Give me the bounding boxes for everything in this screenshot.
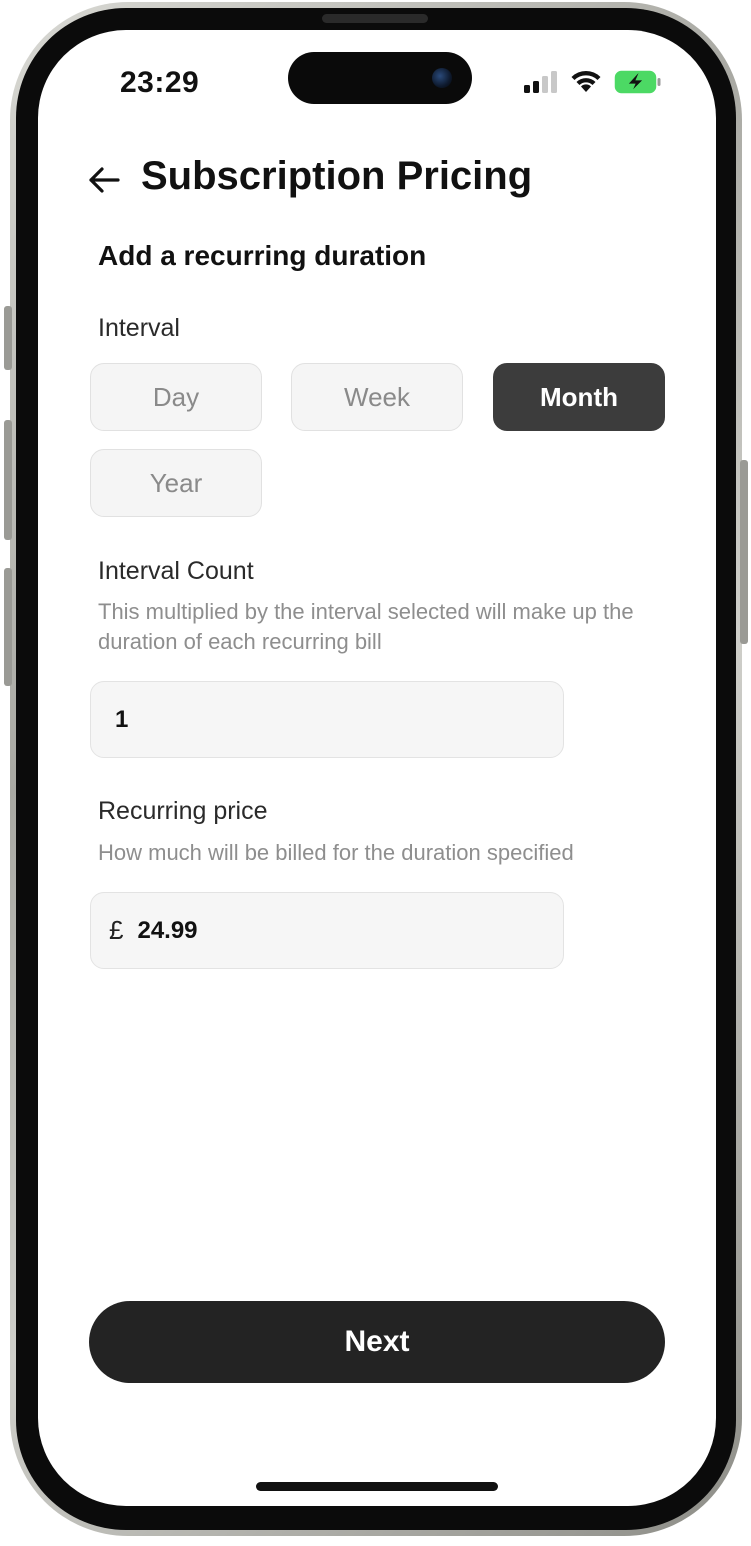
front-camera-icon	[432, 68, 452, 88]
status-icons	[524, 70, 662, 94]
status-time: 23:29	[120, 66, 200, 99]
section-title: Add a recurring duration	[98, 240, 427, 271]
interval-option-day[interactable]: Day	[90, 363, 262, 431]
interval-count-label: Interval Count	[98, 557, 254, 585]
interval-count-value: 1	[115, 705, 129, 733]
silent-switch	[4, 306, 12, 370]
currency-symbol: £	[109, 915, 124, 945]
next-button[interactable]: Next	[89, 1301, 665, 1383]
page-title: Subscription Pricing	[141, 154, 533, 198]
back-arrow-icon[interactable]	[86, 162, 122, 198]
volume-down-button	[4, 568, 12, 686]
interval-option-year[interactable]: Year	[90, 449, 262, 517]
interval-count-helper: This multiplied by the interval selected…	[98, 599, 634, 654]
recurring-price-label: Recurring price	[98, 797, 268, 825]
recurring-price-input[interactable]: £ 24.99	[90, 892, 564, 969]
interval-label: Interval	[98, 314, 180, 342]
interval-count-input[interactable]: 1	[90, 681, 564, 758]
recurring-price-helper: How much will be billed for the duration…	[98, 840, 574, 865]
earpiece-speaker	[322, 14, 428, 23]
recurring-price-value: 24.99	[137, 916, 198, 944]
interval-option-week[interactable]: Week	[291, 363, 463, 431]
dynamic-island	[288, 52, 472, 104]
battery-charging-icon	[614, 70, 661, 94]
wifi-icon	[571, 70, 601, 92]
cellular-signal-icon	[524, 71, 557, 93]
home-indicator[interactable]	[256, 1482, 498, 1491]
power-button	[740, 460, 748, 644]
interval-option-month[interactable]: Month	[493, 363, 665, 431]
app-screen: 23:29 Subscription Pricing Add a recurri…	[38, 30, 716, 1506]
volume-up-button	[4, 420, 12, 540]
